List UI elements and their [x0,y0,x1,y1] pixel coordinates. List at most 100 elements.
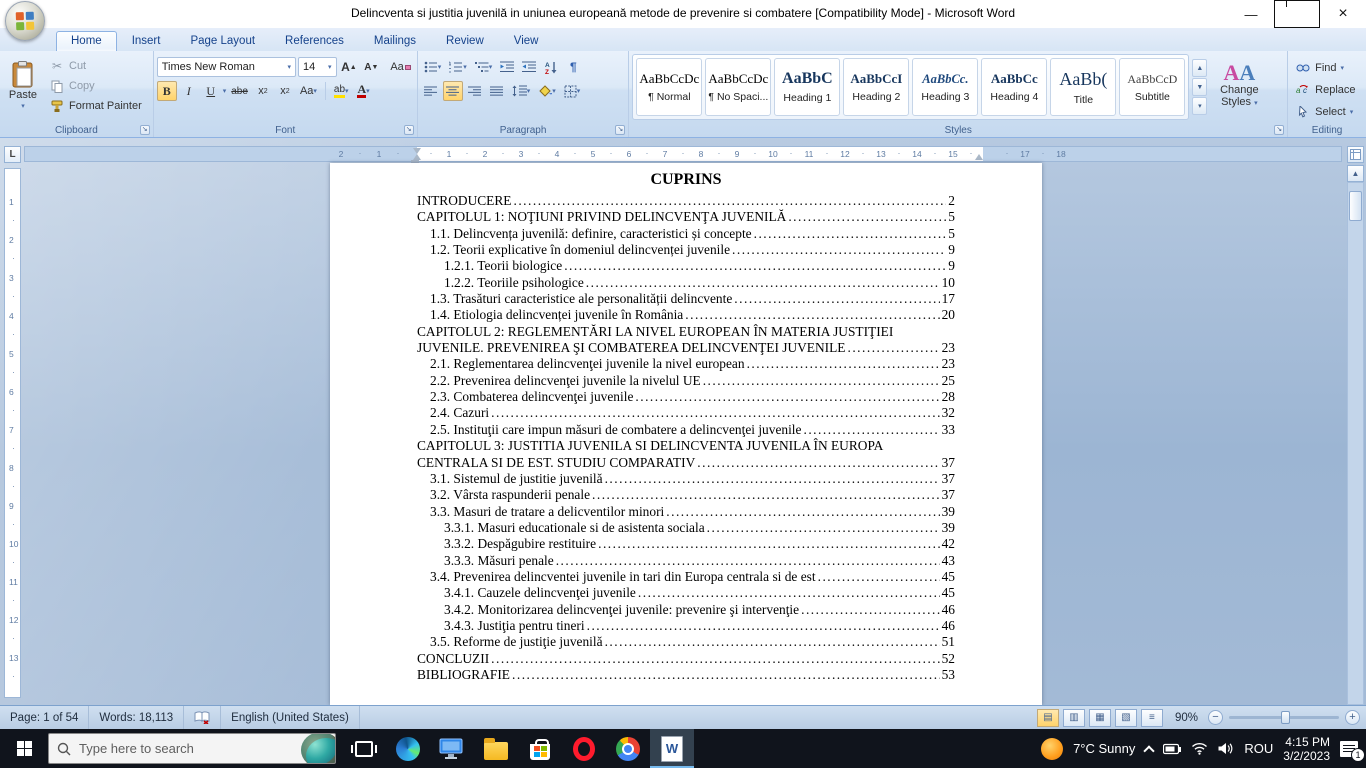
shrink-font-button[interactable]: A ▼ [361,57,381,77]
toc-entry[interactable]: CAPITOLUL 1: NOŢIUNI PRIVIND DELINCVENŢA… [417,209,955,225]
replace-button[interactable]: ac Replace [1291,80,1363,100]
start-button[interactable] [0,729,48,768]
zoom-slider[interactable] [1229,711,1339,724]
toc-entry[interactable]: 3.3.2. Despăgubire restituire 42 [417,536,955,552]
weather-icon[interactable] [1041,737,1064,760]
word-count[interactable]: Words: 18,113 [89,706,185,729]
search-highlight-globe-icon[interactable] [301,734,335,763]
align-left-button[interactable] [421,81,441,101]
taskbar-app-word[interactable]: W [650,729,694,768]
weather-text[interactable]: 7°C Sunny [1073,741,1135,756]
justify-button[interactable] [487,81,507,101]
cut-button[interactable]: ✂ Cut [45,56,146,76]
tab-view[interactable]: View [499,31,554,51]
styles-dialog-launcher[interactable]: ↘ [1274,125,1285,135]
tab-home[interactable]: Home [56,31,117,51]
grow-font-button[interactable]: A ▲ [339,57,360,77]
tab-references[interactable]: References [270,31,359,51]
clear-formatting-button[interactable]: Aa [387,57,413,77]
vertical-ruler[interactable]: 1 · 2 · 3 · 4 · 5 · 6 · 7 · 8 · 9 · 10 · 11 · 12 · 13 · [4,168,21,698]
right-indent-marker[interactable] [975,154,983,160]
vertical-scrollbar[interactable]: ▲ [1347,146,1364,705]
toc-entry[interactable]: 2.4. Cazuri 32 [417,405,955,421]
toc-entry[interactable]: 1.4. Etiologia delincvenței juvenile în … [417,307,955,323]
multilevel-list-button[interactable]: ▾ [472,57,496,77]
style-item-subtitle[interactable]: AaBbCcD Subtitle [1119,58,1186,116]
toc-entry[interactable]: CENTRALA SI DE EST. STUDIU COMPARATIV 37 [417,455,955,471]
tab-mailings[interactable]: Mailings [359,31,431,51]
clock[interactable]: 4:15 PM 3/2/2023 [1283,735,1330,763]
clipboard-dialog-launcher[interactable]: ↘ [139,125,150,135]
toc-entry[interactable]: 1.2.2. Teoriile psihologice 10 [417,275,955,291]
toc-entry[interactable]: JUVENILE. PREVENIREA ŞI COMBATEREA DELIN… [417,340,955,356]
taskbar-app-file-explorer[interactable] [474,729,518,768]
toc-entry[interactable]: 3.4.2. Monitorizarea delincvenţei juveni… [417,602,955,618]
proofing-status[interactable] [184,706,222,729]
text-highlight-button[interactable]: ab ▾ [331,81,352,101]
toc-entry[interactable]: 2.2. Prevenirea delincvenţei juvenile la… [417,373,955,389]
web-layout-view-button[interactable]: ▦ [1088,708,1111,727]
decrease-indent-button[interactable] [497,57,517,77]
zoom-level[interactable]: 90% [1175,712,1198,724]
toc-entry[interactable]: 2.1. Reglementarea delincvenţei juvenile… [417,356,955,372]
bold-button[interactable]: B [156,81,177,101]
tab-review[interactable]: Review [431,31,499,51]
font-family-select[interactable]: Times New Roman ▾ [156,57,296,77]
toc-entry[interactable]: 3.2. Vârsta raspunderii penale 37 [417,487,955,503]
bullets-button[interactable]: ▾ [421,57,445,77]
align-center-button[interactable] [442,81,463,101]
taskbar-app-edge[interactable] [386,729,430,768]
input-language[interactable]: ROU [1244,741,1273,756]
toc-entry[interactable]: 3.3. Masuri de tratare a delicventilor m… [417,504,955,520]
font-color-button[interactable]: A ▾ [354,81,374,101]
notification-center-button[interactable]: 1 [1340,740,1365,762]
toc-entry[interactable]: 3.4.1. Cauzele delincvenţei juvenile 45 [417,585,955,601]
toc-entry[interactable]: 3.3.3. Măsuri penale 43 [417,553,955,569]
close-button[interactable]: × [1320,0,1366,28]
change-case-button[interactable]: Aa ▾ [297,81,320,101]
wifi-icon[interactable] [1191,742,1208,755]
toc-entry[interactable]: BIBLIOGRAFIE 53 [417,667,955,683]
zoom-in-button[interactable]: + [1345,710,1360,725]
strikethrough-button[interactable]: abe [228,81,251,101]
font-size-select[interactable]: 14 ▾ [297,57,337,77]
toc-entry[interactable]: 3.3.1. Masuri educationale si de asisten… [417,520,955,536]
style-item-no-spaci[interactable]: AaBbCcDc ¶ No Spaci... [705,58,772,116]
tab-insert[interactable]: Insert [117,31,176,51]
toc-entry[interactable]: INTRODUCERE 2 [417,193,955,209]
superscript-button[interactable]: x2 [275,81,295,101]
page-indicator[interactable]: Page: 1 of 54 [0,706,90,729]
style-item-title[interactable]: AaBb(Title [1050,58,1117,116]
scroll-up-button[interactable]: ▲ [1347,165,1364,182]
ruler-toggle-button[interactable] [1347,146,1364,163]
select-button[interactable]: Select ▾ [1291,102,1363,122]
underline-dropdown-icon[interactable]: ▾ [223,87,227,95]
taskbar-app-chrome[interactable] [606,729,650,768]
line-spacing-button[interactable]: ▾ [509,81,534,101]
office-button[interactable] [5,1,45,41]
toc-entry[interactable]: 3.4.3. Justiţia pentru tineri 46 [417,618,955,634]
styles-scroll-down-button[interactable]: ▼ [1192,78,1208,96]
borders-button[interactable]: ▾ [561,81,584,101]
taskbar-app-store[interactable] [518,729,562,768]
find-button[interactable]: Find ▾ [1291,58,1363,78]
toc-entry[interactable]: 1.2. Teorii explicative în domeniul deli… [417,242,955,258]
underline-button[interactable]: U [201,81,221,101]
align-right-button[interactable] [465,81,485,101]
scrollbar-thumb[interactable] [1349,191,1362,221]
style-item-normal[interactable]: AaBbCcDc ¶ Normal [636,58,703,116]
taskbar-app-opera[interactable] [562,729,606,768]
outline-view-button[interactable]: ▧ [1114,708,1137,727]
style-item-heading-3[interactable]: AaBbCc. Heading 3 [912,58,979,116]
zoom-slider-thumb[interactable] [1280,711,1290,724]
paragraph-dialog-launcher[interactable]: ↘ [615,125,626,135]
paste-button[interactable]: Paste ▾ [3,54,43,118]
copy-button[interactable]: Copy [45,76,146,96]
subscript-button[interactable]: x2 [253,81,273,101]
minimize-button[interactable]: — [1228,0,1274,28]
tab-page-layout[interactable]: Page Layout [175,31,270,51]
styles-scroll-up-button[interactable]: ▲ [1192,59,1208,77]
toc-entry[interactable]: CAPITOLUL 2: REGLEMENTĂRI LA NIVEL EUROP… [417,324,955,340]
style-item-heading-1[interactable]: AaBbC Heading 1 [774,58,841,116]
shading-button[interactable]: ▾ [535,81,559,101]
